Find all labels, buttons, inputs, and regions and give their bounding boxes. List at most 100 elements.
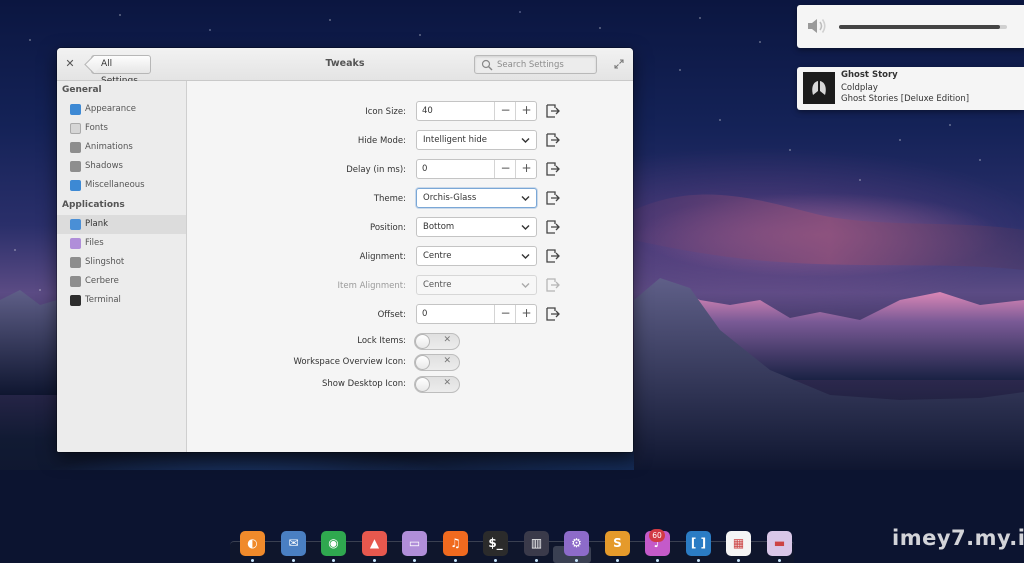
dock-glyph: ▬ (773, 536, 786, 550)
workspace-overview-icon-switch[interactable]: ✕ (414, 354, 460, 371)
off-x-icon: ✕ (443, 356, 451, 366)
slingshot-icon (70, 257, 81, 268)
trash-icon[interactable]: ▥ (524, 531, 549, 556)
delay-decrement-button[interactable]: − (494, 160, 516, 178)
terminal-icon (70, 295, 81, 306)
icon-size-decrement-button[interactable]: − (494, 102, 516, 120)
ghost-wings-icon (812, 81, 826, 95)
music-icon[interactable]: ♫ (443, 531, 468, 556)
sidebar-item-cerbere[interactable]: Cerbere (57, 272, 186, 291)
sidebar-item-label: Slingshot (85, 257, 125, 267)
reset-icon[interactable] (545, 132, 561, 148)
offset-stepper[interactable]: 0 − + (416, 304, 537, 324)
delay-value: 0 (422, 164, 428, 174)
music-notification[interactable]: Ghost Story Coldplay Ghost Stories [Delu… (797, 67, 1024, 110)
running-indicator (373, 559, 376, 562)
volume-icon (808, 19, 826, 33)
dock-glyph: [ ] (690, 536, 707, 550)
delay-stepper[interactable]: 0 − + (416, 159, 537, 179)
sidebar-item-plank[interactable]: Plank (57, 215, 186, 234)
sidebar-item-shadows[interactable]: Shadows (57, 157, 186, 176)
terminal-icon[interactable]: $_ (483, 531, 508, 556)
notification-album: Ghost Stories [Deluxe Edition] (841, 94, 970, 104)
search-box[interactable] (474, 55, 597, 74)
alignment-label: Alignment: (359, 252, 406, 262)
calendar-icon[interactable]: ▦ (726, 531, 751, 556)
running-indicator (413, 559, 416, 562)
running-indicator (535, 559, 538, 562)
photos-icon[interactable]: ▲ (362, 531, 387, 556)
running-indicator (251, 559, 254, 562)
sidebar-item-label: Miscellaneous (85, 180, 145, 190)
tweaks-icon[interactable]: ⚙ (564, 531, 589, 556)
chevron-down-icon (521, 254, 530, 259)
chevron-down-icon (521, 196, 530, 201)
plank-icon (70, 219, 81, 230)
dock-glyph: ◐ (247, 536, 258, 550)
sidebar-item-miscellaneous[interactable]: Miscellaneous (57, 176, 186, 195)
switch-knob (415, 377, 430, 392)
show-desktop-icon-label: Show Desktop Icon: (321, 379, 406, 389)
cerbere-icon (70, 276, 81, 287)
off-x-icon: ✕ (443, 378, 451, 388)
reset-icon[interactable] (545, 161, 561, 177)
reset-icon[interactable] (545, 306, 561, 322)
notification-title: Ghost Story (841, 70, 898, 80)
plank-settings-panel: Icon Size: 40 − + Hide Mode: Intelligent… (188, 81, 633, 452)
sidebar-item-fonts[interactable]: Fonts (57, 119, 186, 138)
offset-increment-button[interactable]: + (515, 305, 537, 323)
shadows-icon (70, 161, 81, 172)
folder-icon[interactable]: ▬ (767, 531, 792, 556)
alignment-select[interactable]: Centre (416, 246, 537, 266)
running-indicator (454, 559, 457, 562)
workspace-overview-icon-label: Workspace Overview Icon: (293, 357, 406, 367)
sidebar-item-label: Animations (85, 142, 133, 152)
sidebar-item-slingshot[interactable]: Slingshot (57, 253, 186, 272)
delay-increment-button[interactable]: + (515, 160, 537, 178)
search-input[interactable] (497, 58, 593, 71)
fonts-icon (70, 123, 81, 134)
sidebar-item-label: Plank (85, 219, 109, 229)
icon-size-increment-button[interactable]: + (515, 102, 537, 120)
chevron-down-icon (521, 283, 530, 288)
brackets-icon[interactable]: [ ] (686, 531, 711, 556)
lock-items-switch[interactable]: ✕ (414, 333, 460, 350)
sidebar-item-animations[interactable]: Animations (57, 138, 186, 157)
running-indicator (697, 559, 700, 562)
reset-icon[interactable] (545, 103, 561, 119)
sidebar-item-files[interactable]: Files (57, 234, 186, 253)
reset-icon[interactable] (545, 248, 561, 264)
icon-size-stepper[interactable]: 40 − + (416, 101, 537, 121)
alignment-value: Centre (423, 251, 452, 261)
volume-slider[interactable] (839, 25, 1007, 29)
reset-icon[interactable] (545, 219, 561, 235)
icon-size-value: 40 (422, 106, 433, 116)
sidebar-item-label: Appearance (85, 104, 137, 114)
offset-decrement-button[interactable]: − (494, 305, 516, 323)
hide-mode-select[interactable]: Intelligent hide (416, 130, 537, 150)
reset-icon[interactable] (545, 190, 561, 206)
position-label: Position: (370, 223, 406, 233)
theme-value: Orchis-Glass (423, 193, 477, 203)
show-desktop-icon-switch[interactable]: ✕ (414, 376, 460, 393)
offset-label: Offset: (377, 310, 406, 320)
switch-knob (415, 355, 430, 370)
switch-knob (415, 334, 430, 349)
chrome-icon[interactable]: ◉ (321, 531, 346, 556)
sidebar-item-terminal[interactable]: Terminal (57, 291, 186, 310)
firefox-icon[interactable]: ◐ (240, 531, 265, 556)
running-indicator (656, 559, 659, 562)
files-icon[interactable]: ▭ (402, 531, 427, 556)
sublime-icon[interactable]: S (605, 531, 630, 556)
chevron-down-icon (521, 225, 530, 230)
theme-select[interactable]: Orchis-Glass (416, 188, 537, 208)
mail-icon[interactable]: ✉ (281, 531, 306, 556)
dock-glyph: $_ (488, 536, 503, 550)
position-select[interactable]: Bottom (416, 217, 537, 237)
hide-mode-label: Hide Mode: (357, 136, 406, 146)
dock-glyph: ▦ (732, 536, 745, 550)
chevron-down-icon (521, 138, 530, 143)
maximize-icon[interactable] (613, 58, 625, 70)
position-value: Bottom (423, 222, 455, 232)
sidebar-item-appearance[interactable]: Appearance (57, 100, 186, 119)
